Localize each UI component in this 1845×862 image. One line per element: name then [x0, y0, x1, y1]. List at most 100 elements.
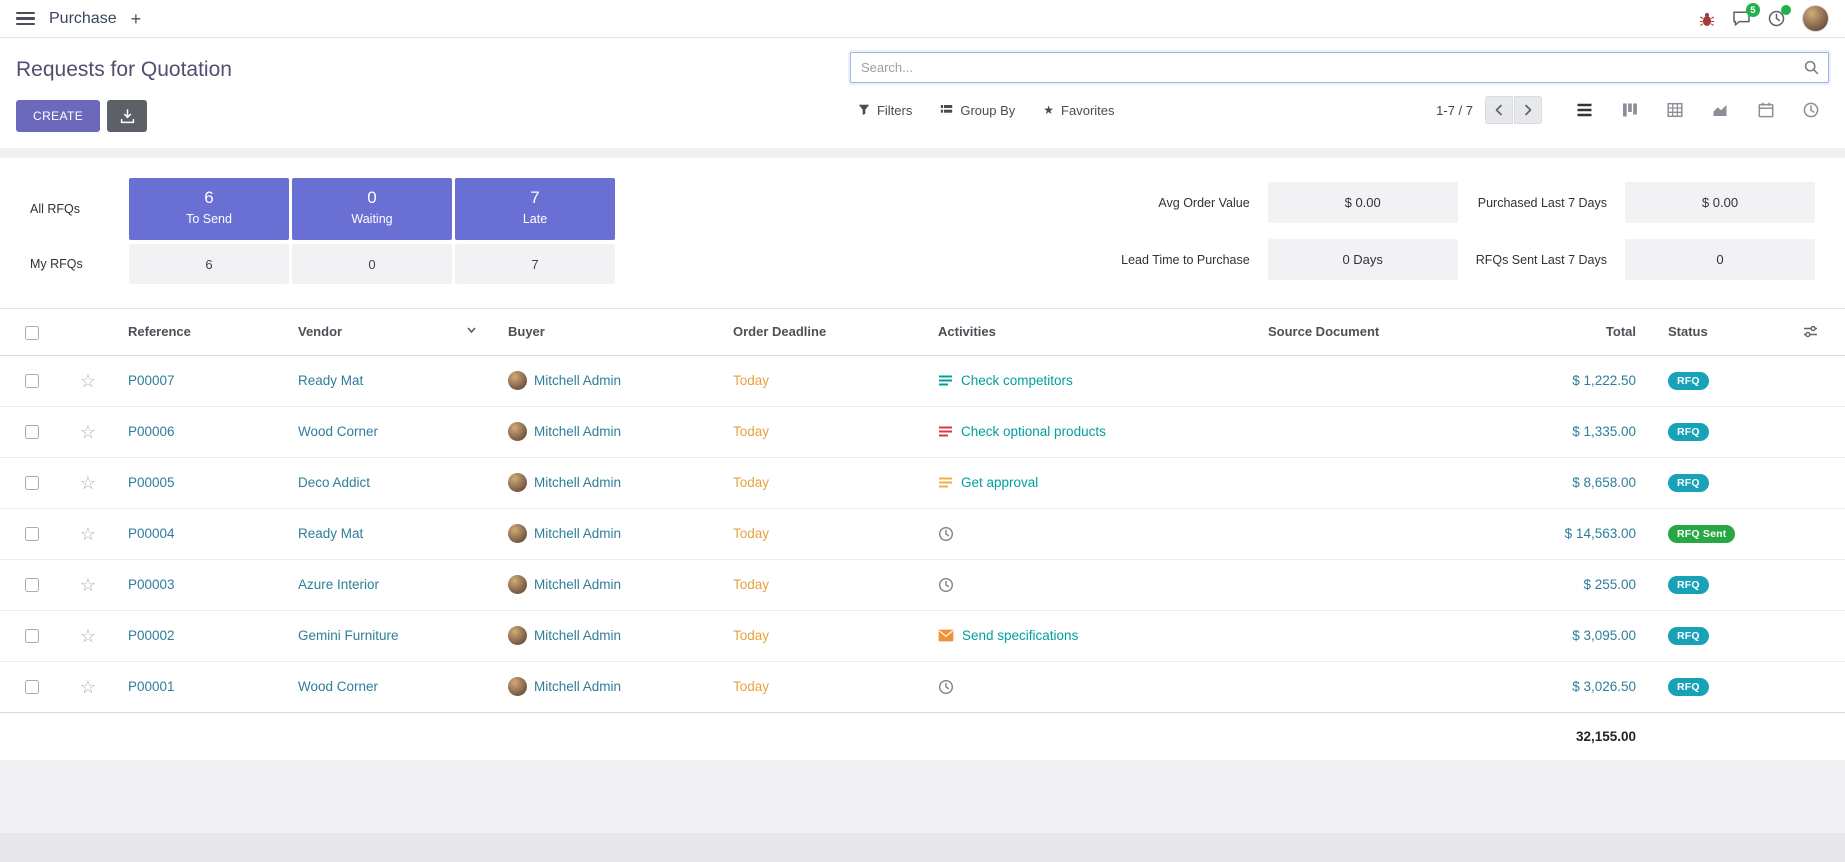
buyer-link[interactable]: Mitchell Admin	[534, 475, 621, 490]
kpi-waiting[interactable]: 0 Waiting	[292, 178, 452, 240]
favorite-star-icon[interactable]: ☆	[80, 473, 96, 493]
total-column-header[interactable]: Total	[1492, 309, 1652, 356]
activity-clock-icon[interactable]	[938, 679, 954, 695]
activity-label[interactable]: Check optional products	[961, 424, 1106, 439]
total-amount: $ 3,095.00	[1572, 628, 1636, 643]
activities-column-header[interactable]: Activities	[922, 309, 1252, 356]
buyer-link[interactable]: Mitchell Admin	[534, 373, 621, 388]
row-checkbox[interactable]	[25, 425, 39, 439]
table-row[interactable]: ☆ P00006 Wood Corner Mitchell Admin Toda…	[0, 406, 1845, 457]
vendor-link[interactable]: Wood Corner	[298, 424, 378, 439]
source-document-column-header[interactable]: Source Document	[1252, 309, 1492, 356]
favorite-star-icon[interactable]: ☆	[80, 677, 96, 697]
reference-link[interactable]: P00004	[128, 526, 175, 541]
avg-order-value[interactable]: $ 0.00	[1268, 182, 1458, 223]
apps-menu-icon[interactable]	[16, 12, 35, 26]
reference-link[interactable]: P00005	[128, 475, 175, 490]
table-row[interactable]: ☆ P00003 Azure Interior Mitchell Admin T…	[0, 559, 1845, 610]
reference-link[interactable]: P00001	[128, 679, 175, 694]
reference-link[interactable]: P00007	[128, 373, 175, 388]
new-tab-icon[interactable]: +	[131, 10, 142, 28]
row-checkbox[interactable]	[25, 578, 39, 592]
activity-label[interactable]: Get approval	[961, 475, 1038, 490]
buyer-column-header[interactable]: Buyer	[492, 309, 717, 356]
favorite-star-icon[interactable]: ☆	[80, 626, 96, 646]
kpi-my-waiting[interactable]: 0	[292, 244, 452, 284]
reference-link[interactable]: P00006	[128, 424, 175, 439]
status-badge: RFQ	[1668, 678, 1709, 696]
source-document-cell	[1252, 355, 1492, 406]
search-bar[interactable]	[850, 52, 1829, 83]
table-row[interactable]: ☆ P00005 Deco Addict Mitchell Admin Toda…	[0, 457, 1845, 508]
row-checkbox[interactable]	[25, 629, 39, 643]
create-button[interactable]: CREATE	[16, 100, 100, 132]
search-icon[interactable]	[1804, 60, 1819, 75]
buyer-link[interactable]: Mitchell Admin	[534, 577, 621, 592]
table-row[interactable]: ☆ P00004 Ready Mat Mitchell Admin Today …	[0, 508, 1845, 559]
activity-email-icon[interactable]	[938, 629, 954, 642]
buyer-link[interactable]: Mitchell Admin	[534, 628, 621, 643]
vendor-link[interactable]: Azure Interior	[298, 577, 379, 592]
filters-button[interactable]: Filters	[858, 103, 912, 118]
activity-tasks-icon[interactable]	[938, 374, 953, 387]
favorites-button[interactable]: ★ Favorites	[1043, 103, 1114, 118]
list-view-icon[interactable]	[1576, 102, 1593, 118]
vendor-link[interactable]: Wood Corner	[298, 679, 378, 694]
row-checkbox[interactable]	[25, 527, 39, 541]
activity-clock-icon[interactable]	[938, 526, 954, 542]
activity-view-icon[interactable]	[1803, 102, 1819, 118]
group-by-button[interactable]: Group By	[940, 103, 1015, 118]
rfqs-sent-last-7-days[interactable]: 0	[1625, 239, 1815, 280]
activity-tasks-icon[interactable]	[938, 425, 953, 438]
bug-icon[interactable]	[1699, 11, 1715, 27]
kpi-my-to-send[interactable]: 6	[129, 244, 289, 284]
status-column-header[interactable]: Status	[1652, 309, 1787, 356]
activity-label[interactable]: Send specifications	[962, 628, 1078, 643]
export-button[interactable]	[107, 100, 147, 132]
user-avatar[interactable]	[1802, 5, 1829, 32]
table-row[interactable]: ☆ P00002 Gemini Furniture Mitchell Admin…	[0, 610, 1845, 661]
row-checkbox[interactable]	[25, 476, 39, 490]
buyer-link[interactable]: Mitchell Admin	[534, 526, 621, 541]
vendor-link[interactable]: Ready Mat	[298, 526, 363, 541]
purchased-last-7-days[interactable]: $ 0.00	[1625, 182, 1815, 223]
optional-columns-header[interactable]	[1787, 309, 1845, 356]
reference-column-header[interactable]: Reference	[112, 309, 282, 356]
vendor-column-header[interactable]: Vendor	[282, 309, 492, 356]
activities-clock-icon[interactable]	[1768, 10, 1785, 27]
kpi-to-send[interactable]: 6 To Send	[129, 178, 289, 240]
kpi-late[interactable]: 7 Late	[455, 178, 615, 240]
reference-link[interactable]: P00003	[128, 577, 175, 592]
messages-icon[interactable]: 5	[1732, 10, 1751, 27]
vendor-link[interactable]: Deco Addict	[298, 475, 370, 490]
select-all-checkbox[interactable]	[25, 326, 39, 340]
graph-view-icon[interactable]	[1712, 102, 1729, 118]
favorite-star-icon[interactable]: ☆	[80, 422, 96, 442]
favorite-star-icon[interactable]: ☆	[80, 524, 96, 544]
kpi-my-late[interactable]: 7	[455, 244, 615, 284]
row-checkbox[interactable]	[25, 374, 39, 388]
row-checkbox[interactable]	[25, 680, 39, 694]
main-content: All RFQs 6 To Send 0 Waiting 7 Late My R…	[0, 158, 1845, 760]
favorite-star-icon[interactable]: ☆	[80, 575, 96, 595]
table-row[interactable]: ☆ P00007 Ready Mat Mitchell Admin Today …	[0, 355, 1845, 406]
buyer-link[interactable]: Mitchell Admin	[534, 424, 621, 439]
favorite-star-icon[interactable]: ☆	[80, 371, 96, 391]
search-input[interactable]	[851, 60, 1804, 75]
calendar-view-icon[interactable]	[1758, 102, 1774, 118]
pivot-view-icon[interactable]	[1667, 102, 1683, 118]
buyer-link[interactable]: Mitchell Admin	[534, 679, 621, 694]
activity-clock-icon[interactable]	[938, 577, 954, 593]
table-row[interactable]: ☆ P00001 Wood Corner Mitchell Admin Toda…	[0, 661, 1845, 712]
app-name[interactable]: Purchase	[49, 10, 117, 28]
vendor-link[interactable]: Gemini Furniture	[298, 628, 399, 643]
reference-link[interactable]: P00002	[128, 628, 175, 643]
pager-previous-button[interactable]	[1485, 96, 1513, 124]
kanban-view-icon[interactable]	[1622, 102, 1638, 118]
activity-label[interactable]: Check competitors	[961, 373, 1073, 388]
vendor-link[interactable]: Ready Mat	[298, 373, 363, 388]
lead-time-value[interactable]: 0 Days	[1268, 239, 1458, 280]
pager-next-button[interactable]	[1514, 96, 1542, 124]
activity-tasks-icon[interactable]	[938, 476, 953, 489]
order-deadline-column-header[interactable]: Order Deadline	[717, 309, 922, 356]
